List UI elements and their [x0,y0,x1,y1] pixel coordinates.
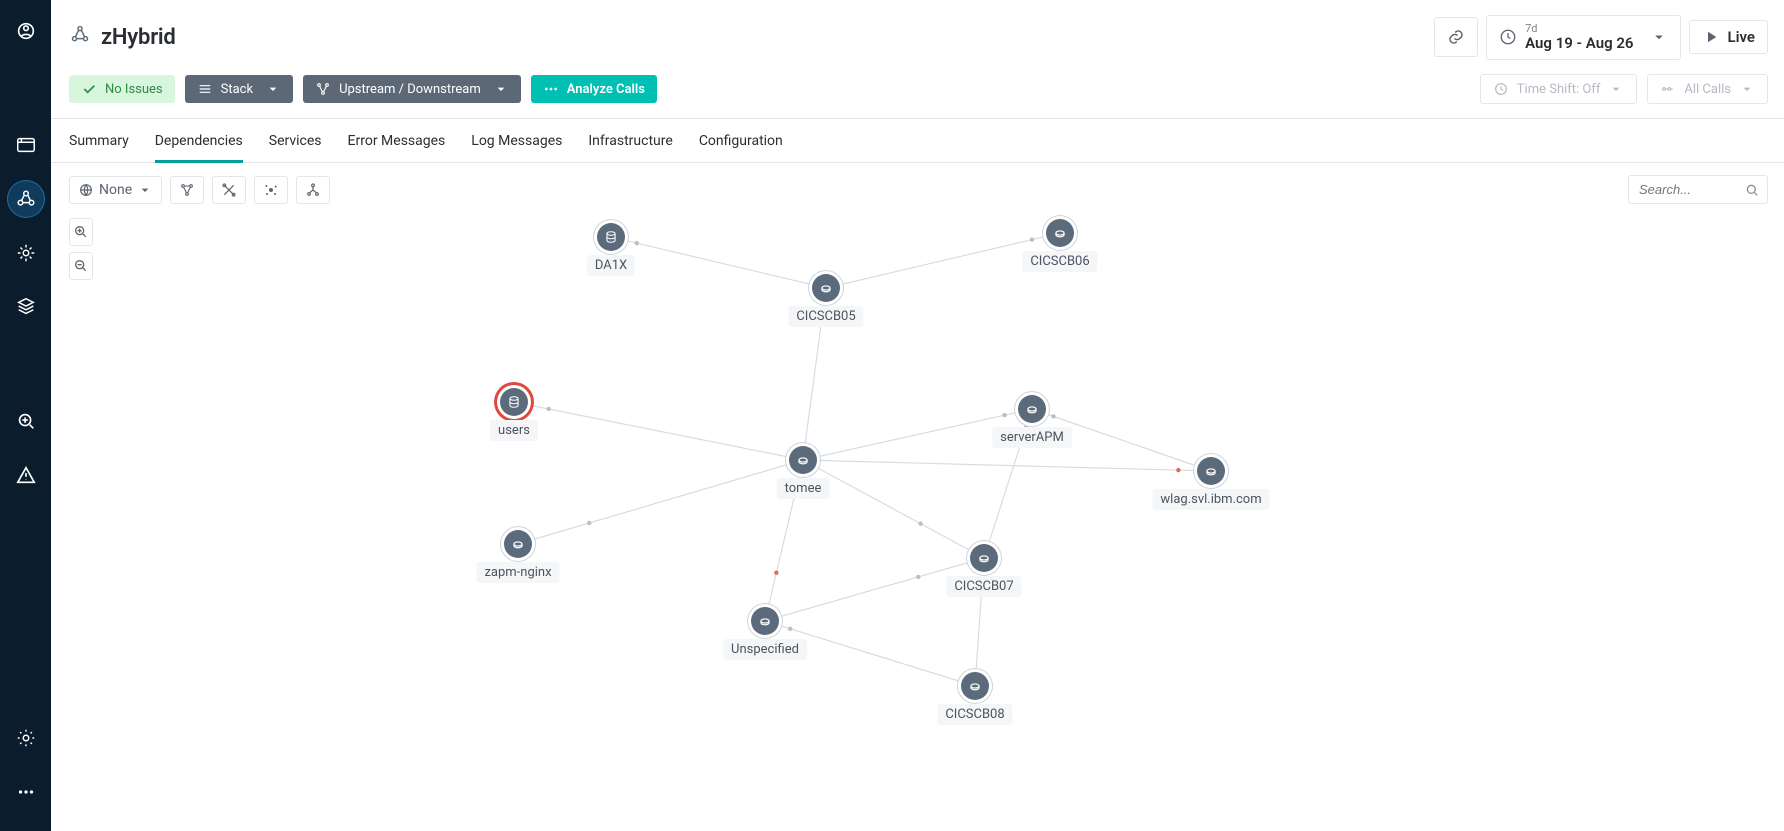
graph-node-CICSCB05[interactable] [812,274,840,302]
tab-services[interactable]: Services [269,119,322,162]
stack-label: Stack [221,82,253,97]
analyze-calls-button[interactable]: Analyze Calls [531,75,657,103]
chevron-down-icon [1608,81,1624,97]
timerange-picker[interactable]: 7d Aug 19 - Aug 26 [1486,15,1680,60]
chevron-down-icon [265,81,281,97]
nav-applications-icon[interactable] [7,180,45,218]
nav-infrastructure-icon[interactable] [7,288,45,326]
graph-node-CICSCB07[interactable] [970,544,998,572]
graph-node-label-CICSCB06[interactable]: CICSCB06 [1022,251,1097,272]
nav-events-icon[interactable] [7,456,45,494]
tab-summary[interactable]: Summary [69,119,129,162]
all-calls-label: All Calls [1684,82,1731,97]
timerange-short: 7d [1525,23,1633,34]
share-link-button[interactable] [1434,17,1478,57]
graph-node-zapm-nginx[interactable] [504,530,532,558]
graph-node-label-serverAPM[interactable]: serverAPM [992,427,1072,448]
nav-platforms-icon[interactable] [7,234,45,272]
zoom-in-button[interactable] [69,218,93,246]
time-shift-dropdown[interactable]: Time Shift: Off [1480,74,1638,104]
graph-node-DA1X[interactable] [597,223,625,251]
upstream-downstream-label: Upstream / Downstream [339,82,481,97]
live-button[interactable]: Live [1689,20,1769,54]
health-status-pill[interactable]: No Issues [69,75,175,103]
tab-dependencies[interactable]: Dependencies [155,119,243,162]
group-label: None [99,182,132,198]
graph-node-tomee[interactable] [789,446,817,474]
graph-node-users[interactable] [500,388,528,416]
layout-network-button[interactable] [170,176,204,204]
graph-toolbar: None [51,163,1784,214]
layout-radial-button[interactable] [254,176,288,204]
graph-node-label-zapm-nginx[interactable]: zapm-nginx [476,562,559,583]
graph-node-label-CICSCB08[interactable]: CICSCB08 [937,704,1012,725]
group-dropdown[interactable]: None [69,176,162,204]
action-bar: No Issues Stack Upstream / Downstream An… [51,74,1784,118]
layout-hierarchy-button[interactable] [296,176,330,204]
graph-node-label-DA1X[interactable]: DA1X [587,255,635,276]
graph-node-label-CICSCB07[interactable]: CICSCB07 [946,576,1021,597]
stack-dropdown[interactable]: Stack [185,75,293,103]
time-shift-label: Time Shift: Off [1517,82,1601,97]
health-status-label: No Issues [105,82,163,97]
graph-node-label-CICSCB05[interactable]: CICSCB05 [788,306,863,327]
tab-error_messages[interactable]: Error Messages [348,119,446,162]
nav-analytics-icon[interactable] [7,402,45,440]
tab-configuration[interactable]: Configuration [699,119,783,162]
graph-node-CICSCB06[interactable] [1046,219,1074,247]
chevron-down-icon [493,81,509,97]
application-icon [69,24,91,50]
nav-website-icon[interactable] [7,126,45,164]
upstream-downstream-dropdown[interactable]: Upstream / Downstream [303,75,521,103]
nav-more-icon[interactable] [7,773,45,811]
sidebar-logo[interactable] [7,12,45,50]
chevron-down-icon [1739,81,1755,97]
main-content: zHybrid 7d Aug 19 - Aug 26 Live N [51,0,1784,831]
tab-infrastructure[interactable]: Infrastructure [588,119,672,162]
graph-node-Unspecified[interactable] [751,607,779,635]
layout-flow-button[interactable] [212,176,246,204]
global-sidebar [0,0,51,831]
graph-edges [51,214,1784,831]
analyze-calls-label: Analyze Calls [567,82,645,97]
tabs-bar: Summary Dependencies Services Error Message… [51,118,1784,163]
dependency-graph[interactable]: DA1X CICSCB06 CICSCB05 users serverAPM tomee w… [51,214,1784,831]
timerange-range: Aug 19 - Aug 26 [1525,34,1633,52]
graph-node-serverAPM[interactable] [1018,395,1046,423]
graph-search [1628,175,1768,204]
all-calls-dropdown[interactable]: All Calls [1647,74,1768,104]
live-label: Live [1728,28,1756,46]
graph-node-wlag[interactable] [1197,457,1225,485]
page-header: zHybrid 7d Aug 19 - Aug 26 Live [51,0,1784,74]
search-icon [1744,182,1760,198]
page-title: zHybrid [101,25,176,50]
zoom-out-button[interactable] [69,252,93,280]
graph-node-CICSCB08[interactable] [961,672,989,700]
chevron-down-icon [137,182,153,198]
tab-log_messages[interactable]: Log Messages [471,119,562,162]
graph-node-label-wlag[interactable]: wlag.svl.ibm.com [1152,489,1269,510]
graph-node-label-Unspecified[interactable]: Unspecified [723,639,807,660]
graph-node-label-users[interactable]: users [490,420,538,441]
chevron-down-icon [1650,28,1668,46]
graph-node-label-tomee[interactable]: tomee [777,478,830,499]
nav-settings-icon[interactable] [7,719,45,757]
